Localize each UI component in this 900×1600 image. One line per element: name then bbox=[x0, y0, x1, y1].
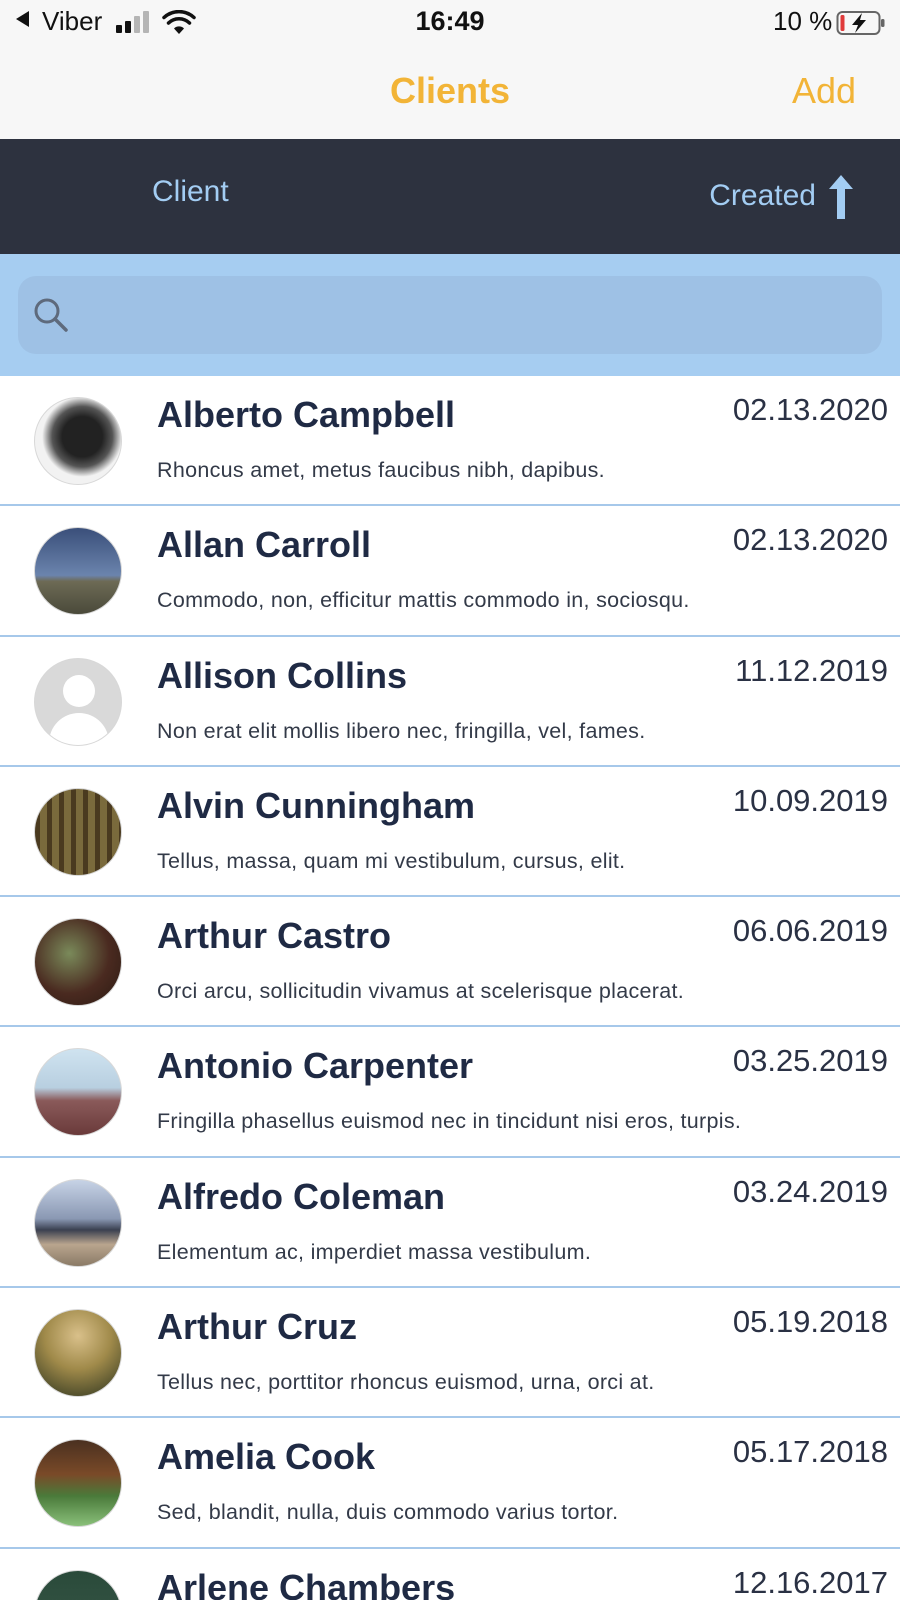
avatar bbox=[34, 397, 122, 485]
client-row[interactable]: Arthur Castro 06.06.2019 Orci arcu, soll… bbox=[0, 897, 900, 1028]
client-description: Non erat elit mollis libero nec, fringil… bbox=[157, 718, 646, 743]
client-row[interactable]: Alberto Campbell 02.13.2020 Rhoncus amet… bbox=[0, 376, 900, 507]
client-row[interactable]: Amelia Cook 05.17.2018 Sed, blandit, nul… bbox=[0, 1418, 900, 1549]
search-bar bbox=[0, 254, 900, 376]
client-created-date: 05.17.2018 bbox=[732, 1434, 888, 1470]
client-description: Fringilla phasellus euismod nec in tinci… bbox=[157, 1109, 742, 1134]
avatar bbox=[34, 1309, 122, 1398]
avatar-head bbox=[63, 674, 95, 707]
battery-charging-icon bbox=[836, 11, 885, 35]
avatar-body bbox=[49, 712, 109, 745]
search-icon bbox=[34, 298, 68, 332]
client-description: Tellus nec, porttitor rhoncus euismod, u… bbox=[157, 1370, 655, 1395]
client-name: Arthur Cruz bbox=[157, 1306, 357, 1348]
avatar bbox=[34, 1048, 122, 1137]
client-row[interactable]: Allan Carroll 02.13.2020 Commodo, non, e… bbox=[0, 506, 900, 637]
client-created-date: 11.12.2019 bbox=[735, 652, 888, 688]
sort-ascending-arrow-icon[interactable] bbox=[826, 173, 856, 221]
client-name: Alberto Campbell bbox=[157, 394, 456, 435]
client-name: Allison Collins bbox=[157, 654, 408, 696]
client-description: Rhoncus amet, metus faucibus nibh, dapib… bbox=[157, 458, 605, 482]
client-created-date: 10.09.2019 bbox=[732, 782, 888, 818]
client-created-date: 12.16.2017 bbox=[732, 1564, 888, 1600]
client-list: Alberto Campbell 02.13.2020 Rhoncus amet… bbox=[0, 376, 900, 1600]
client-description: Tellus, massa, quam mi vestibulum, cursu… bbox=[157, 848, 626, 873]
status-bar: Viber 16:49 10 % bbox=[0, 0, 900, 46]
client-name: Alfredo Coleman bbox=[157, 1175, 446, 1217]
sort-by-client-button[interactable]: Client bbox=[152, 175, 229, 209]
search-field[interactable] bbox=[18, 276, 882, 354]
client-name: Amelia Cook bbox=[157, 1436, 376, 1478]
page-title: Clients bbox=[389, 70, 511, 111]
client-row[interactable]: Antonio Carpenter 03.25.2019 Fringilla p… bbox=[0, 1027, 900, 1158]
client-name: Alvin Cunningham bbox=[157, 784, 475, 826]
avatar bbox=[34, 787, 122, 876]
add-client-button[interactable]: Add bbox=[792, 70, 856, 112]
client-name: Allan Carroll bbox=[157, 524, 372, 566]
sort-by-created-button[interactable]: Created bbox=[709, 179, 816, 213]
avatar bbox=[34, 527, 122, 616]
client-row[interactable]: Arthur Cruz 05.19.2018 Tellus nec, portt… bbox=[0, 1288, 900, 1419]
search-input[interactable] bbox=[84, 276, 864, 354]
client-row[interactable]: Alfredo Coleman 03.24.2019 Elementum ac,… bbox=[0, 1158, 900, 1289]
avatar bbox=[34, 1439, 122, 1528]
client-name: Antonio Carpenter bbox=[157, 1045, 474, 1087]
sort-bar: Client Created bbox=[0, 139, 900, 254]
client-description: Sed, blandit, nulla, duis commodo varius… bbox=[157, 1500, 619, 1525]
client-created-date: 02.13.2020 bbox=[732, 392, 888, 427]
client-row[interactable]: Arlene Chambers 12.16.2017 bbox=[0, 1549, 900, 1600]
client-created-date: 05.19.2018 bbox=[732, 1304, 888, 1340]
client-name: Arthur Castro bbox=[157, 915, 392, 957]
clock-time: 16:49 bbox=[415, 6, 485, 36]
battery-percent: 10 % bbox=[773, 6, 833, 36]
client-description: Commodo, non, efficitur mattis commodo i… bbox=[157, 588, 690, 613]
client-created-date: 06.06.2019 bbox=[732, 913, 888, 949]
navigation-bar: Clients Add bbox=[0, 46, 900, 139]
client-name: Arlene Chambers bbox=[157, 1566, 456, 1600]
avatar-placeholder-icon bbox=[34, 657, 122, 746]
avatar bbox=[34, 1569, 122, 1600]
avatar bbox=[34, 1178, 122, 1267]
avatar bbox=[34, 918, 122, 1007]
client-row[interactable]: Allison Collins 11.12.2019 Non erat elit… bbox=[0, 637, 900, 767]
client-row[interactable]: Alvin Cunningham 10.09.2019 Tellus, mass… bbox=[0, 767, 900, 898]
client-created-date: 02.13.2020 bbox=[732, 522, 888, 558]
client-description: Orci arcu, sollicitudin vivamus at scele… bbox=[157, 979, 685, 1004]
client-created-date: 03.25.2019 bbox=[732, 1043, 888, 1079]
client-created-date: 03.24.2019 bbox=[732, 1173, 888, 1209]
client-description: Elementum ac, imperdiet massa vestibulum… bbox=[157, 1239, 592, 1264]
